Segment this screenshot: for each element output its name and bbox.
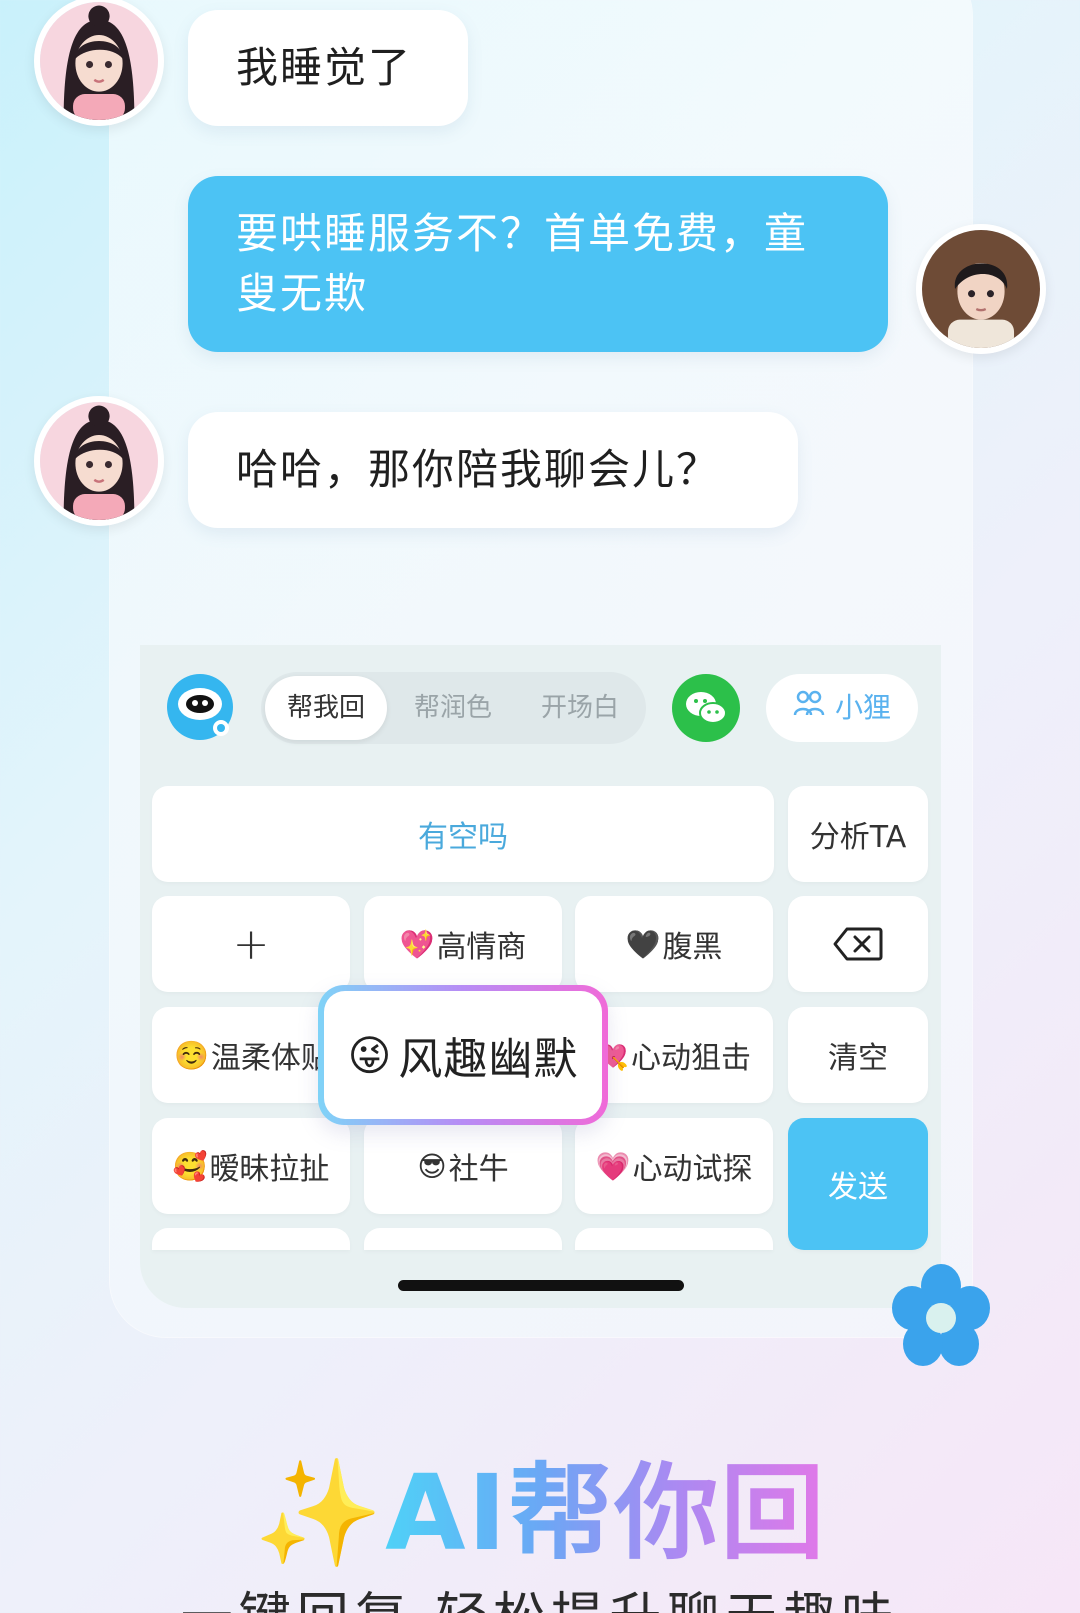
emoji-icon: 🖤: [625, 927, 661, 961]
mode-segmented-control: 帮我回 帮润色 开场白: [261, 672, 646, 744]
style-key-partial[interactable]: [575, 1228, 773, 1250]
style-key-high-eq[interactable]: 💖 高情商: [364, 896, 562, 992]
emoji-icon: 🥰: [172, 1149, 208, 1183]
analyze-button[interactable]: 分析TA: [788, 786, 928, 882]
style-label: 高情商: [436, 930, 527, 965]
style-key-social[interactable]: 😎 社牛: [364, 1118, 562, 1214]
style-key-heart-probe[interactable]: 💗 心动试探: [575, 1118, 773, 1214]
flower-icon: [886, 1262, 996, 1372]
clear-button[interactable]: 清空: [788, 1007, 928, 1103]
style-label: 暧昧拉扯: [209, 1152, 330, 1187]
chat-message-3: 哈哈，那你陪我聊会儿？: [188, 412, 798, 528]
users-icon: [793, 674, 825, 742]
emoji-icon: 💗: [595, 1149, 631, 1183]
avatar-boy[interactable]: [916, 224, 1046, 354]
style-label: 温柔体贴: [210, 1041, 331, 1076]
tab-polish[interactable]: 帮润色: [392, 676, 514, 740]
backspace-button[interactable]: [788, 896, 928, 992]
sparkle-icon: ✨: [253, 1452, 386, 1574]
contact-name: 小狸: [834, 691, 891, 724]
popup-label: 风趣幽默: [398, 1034, 579, 1085]
style-key-scheming[interactable]: 🖤 腹黑: [575, 896, 773, 992]
promo-subline: 一键回复 轻松提升聊天趣味: [0, 1575, 1080, 1613]
style-key-popup[interactable]: 😜 风趣幽默: [318, 985, 608, 1125]
send-button[interactable]: 发送: [788, 1118, 928, 1250]
avatar-girl[interactable]: [34, 0, 164, 126]
style-key-ambiguous[interactable]: 🥰 暧昧拉扯: [152, 1118, 350, 1214]
style-key-partial[interactable]: [152, 1228, 350, 1250]
emoji-icon: ☺️: [174, 1038, 209, 1072]
suggestion-key[interactable]: 有空吗: [152, 786, 774, 882]
headline-text: AI帮你回: [385, 1452, 827, 1574]
emoji-icon: 😎: [417, 1149, 447, 1183]
style-label: 心动狙击: [631, 1041, 751, 1076]
style-key-partial[interactable]: [364, 1228, 562, 1250]
promo-headline: ✨AI帮你回: [0, 1428, 1080, 1579]
style-label: 社牛: [448, 1152, 509, 1187]
emoji-icon: 💖: [399, 927, 435, 961]
tab-opener[interactable]: 开场白: [519, 676, 641, 740]
emoji-icon: 😜: [347, 1030, 393, 1080]
style-label: 心动试探: [632, 1152, 753, 1187]
backspace-icon: [833, 927, 883, 961]
app-logo-icon[interactable]: [165, 672, 235, 742]
wechat-icon[interactable]: [672, 674, 740, 742]
avatar-girl[interactable]: [34, 396, 164, 526]
add-style-button[interactable]: +: [152, 896, 350, 992]
contact-selector-button[interactable]: 小狸: [766, 674, 918, 742]
style-label: 腹黑: [662, 930, 723, 965]
chat-message-1: 我睡觉了: [188, 10, 468, 126]
tab-help-reply[interactable]: 帮我回: [265, 676, 387, 740]
home-indicator: [398, 1280, 684, 1291]
chat-message-2: 要哄睡服务不？首单免费，童叟无欺: [188, 176, 888, 352]
